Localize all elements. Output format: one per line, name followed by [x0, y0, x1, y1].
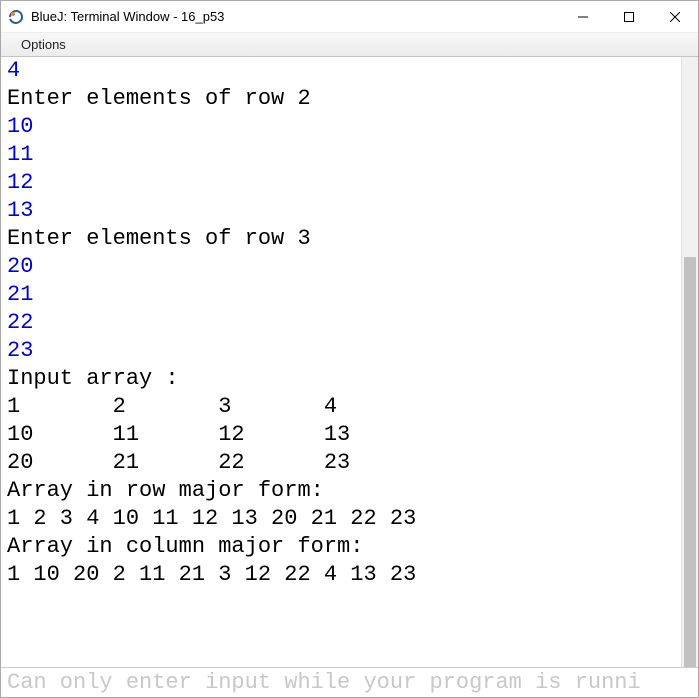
- window-title: BlueJ: Terminal Window - 16_p53: [31, 9, 560, 24]
- terminal-area: 4Enter elements of row 210111213Enter el…: [1, 57, 698, 667]
- terminal-line: Array in row major form:: [7, 477, 675, 505]
- menu-options[interactable]: Options: [15, 35, 72, 54]
- terminal-line: 1 10 20 2 11 21 3 12 22 4 13 23: [7, 561, 675, 589]
- window-controls: [560, 1, 698, 32]
- terminal-line: Enter elements of row 2: [7, 85, 675, 113]
- terminal-line: 1 2 3 4: [7, 393, 675, 421]
- terminal-line: 4: [7, 57, 675, 85]
- terminal-line: 20 21 22 23: [7, 449, 675, 477]
- terminal-line: 12: [7, 169, 675, 197]
- terminal-line: 21: [7, 281, 675, 309]
- scrollbar-vertical[interactable]: [681, 57, 698, 667]
- terminal-line: 1 2 3 4 10 11 12 13 20 21 22 23: [7, 505, 675, 533]
- terminal-line: Input array :: [7, 365, 675, 393]
- terminal-line: 11: [7, 141, 675, 169]
- status-hint: Can only enter input while your program …: [1, 667, 698, 697]
- terminal-line: 13: [7, 197, 675, 225]
- scrollbar-thumb[interactable]: [684, 257, 696, 667]
- maximize-button[interactable]: [606, 1, 652, 32]
- terminal-window: BlueJ: Terminal Window - 16_p53 Options …: [0, 0, 699, 698]
- terminal-line: 23: [7, 337, 675, 365]
- close-button[interactable]: [652, 1, 698, 32]
- terminal-line: 22: [7, 309, 675, 337]
- terminal-output[interactable]: 4Enter elements of row 210111213Enter el…: [1, 57, 681, 667]
- titlebar: BlueJ: Terminal Window - 16_p53: [1, 1, 698, 33]
- terminal-line: Array in column major form:: [7, 533, 675, 561]
- menubar: Options: [1, 33, 698, 57]
- bluej-app-icon: [7, 8, 25, 26]
- terminal-line: 20: [7, 253, 675, 281]
- terminal-line: 10: [7, 113, 675, 141]
- terminal-line: 10 11 12 13: [7, 421, 675, 449]
- minimize-button[interactable]: [560, 1, 606, 32]
- terminal-line: Enter elements of row 3: [7, 225, 675, 253]
